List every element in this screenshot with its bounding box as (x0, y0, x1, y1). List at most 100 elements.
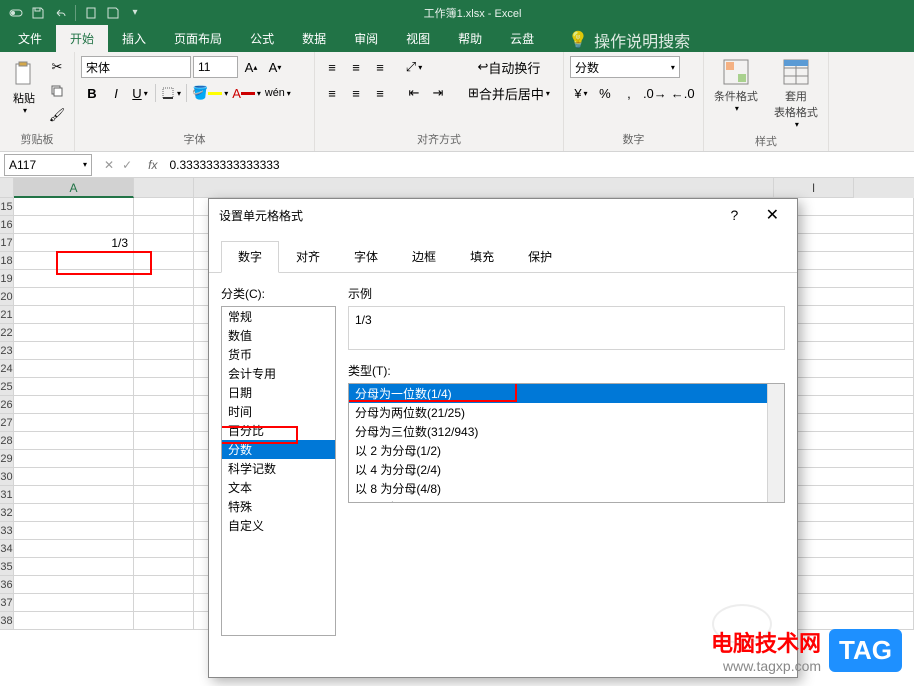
percent-button[interactable]: % (594, 82, 616, 104)
category-item[interactable]: 时间 (222, 402, 335, 421)
cell[interactable] (134, 378, 194, 396)
cell[interactable] (14, 612, 134, 630)
increase-font-button[interactable]: A▴ (240, 56, 262, 78)
currency-button[interactable]: ¥▾ (570, 82, 592, 104)
select-all-button[interactable] (0, 178, 14, 198)
cell[interactable] (134, 432, 194, 450)
cell[interactable] (134, 396, 194, 414)
save-icon[interactable] (28, 3, 48, 23)
cell[interactable] (134, 468, 194, 486)
table-format-button[interactable]: 套用 表格格式 ▾ (770, 56, 822, 131)
cell[interactable] (134, 576, 194, 594)
cell[interactable] (14, 594, 134, 612)
row-header[interactable]: 36 (0, 576, 14, 594)
cell[interactable] (134, 198, 194, 216)
tab-insert[interactable]: 插入 (108, 25, 160, 52)
row-header[interactable]: 29 (0, 450, 14, 468)
formula-input[interactable] (165, 154, 914, 176)
align-middle-button[interactable]: ≡ (345, 56, 367, 78)
tab-view[interactable]: 视图 (392, 25, 444, 52)
row-header[interactable]: 23 (0, 342, 14, 360)
tab-cloud[interactable]: 云盘 (496, 25, 548, 52)
category-item[interactable]: 科学记数 (222, 459, 335, 478)
italic-button[interactable]: I (105, 82, 127, 104)
row-header[interactable]: 20 (0, 288, 14, 306)
row-header[interactable]: 35 (0, 558, 14, 576)
tell-me-search[interactable]: 💡 操作说明搜索 (568, 28, 690, 52)
cell[interactable] (134, 612, 194, 630)
category-item[interactable]: 文本 (222, 478, 335, 497)
tab-layout[interactable]: 页面布局 (160, 25, 236, 52)
undo-icon[interactable] (50, 3, 70, 23)
dtab-align[interactable]: 对齐 (279, 241, 337, 272)
cell[interactable] (14, 216, 134, 234)
accept-formula-button[interactable]: ✓ (122, 158, 132, 172)
decrease-indent-button[interactable]: ⇤ (403, 82, 425, 104)
cell[interactable] (14, 396, 134, 414)
merge-center-button[interactable]: ⊞ 合并后居中▾ (461, 82, 557, 104)
category-item[interactable]: 数值 (222, 326, 335, 345)
cell[interactable] (14, 558, 134, 576)
decrease-font-button[interactable]: A▾ (264, 56, 286, 78)
cell-a17[interactable]: 1/3 (14, 234, 134, 252)
cell[interactable] (134, 324, 194, 342)
cell[interactable] (134, 234, 194, 252)
type-item[interactable]: 以 4 为分母(2/4) (349, 460, 784, 479)
tab-review[interactable]: 审阅 (340, 25, 392, 52)
align-center-button[interactable]: ≡ (345, 82, 367, 104)
tab-formulas[interactable]: 公式 (236, 25, 288, 52)
category-item[interactable]: 日期 (222, 383, 335, 402)
row-header[interactable]: 24 (0, 360, 14, 378)
cut-button[interactable]: ✂ (46, 56, 68, 78)
cell[interactable] (14, 306, 134, 324)
type-list[interactable]: 分母为一位数(1/4)分母为两位数(21/25)分母为三位数(312/943)以… (348, 383, 785, 503)
cell[interactable] (14, 576, 134, 594)
fill-color-button[interactable]: 🪣▾ (191, 82, 229, 104)
cell[interactable] (134, 216, 194, 234)
comma-button[interactable]: , (618, 82, 640, 104)
category-item[interactable]: 会计专用 (222, 364, 335, 383)
cell[interactable] (134, 594, 194, 612)
type-item[interactable]: 以 16 为分母(8/16) (349, 498, 784, 503)
row-header[interactable]: 16 (0, 216, 14, 234)
new-icon[interactable] (81, 3, 101, 23)
category-item[interactable]: 特殊 (222, 497, 335, 516)
increase-indent-button[interactable]: ⇥ (427, 82, 449, 104)
cell[interactable] (14, 270, 134, 288)
qat-customize[interactable]: ▾ (125, 3, 145, 23)
tab-data[interactable]: 数据 (288, 25, 340, 52)
cell[interactable] (14, 324, 134, 342)
fx-icon[interactable]: fx (140, 158, 165, 172)
cell[interactable] (14, 540, 134, 558)
font-size-combo[interactable] (193, 56, 238, 78)
paste-button[interactable]: 粘贴 ▾ (6, 56, 42, 117)
orientation-button[interactable]: ⤢▾ (403, 56, 425, 78)
row-header[interactable]: 17 (0, 234, 14, 252)
align-top-button[interactable]: ≡ (321, 56, 343, 78)
row-header[interactable]: 33 (0, 522, 14, 540)
increase-decimal-button[interactable]: .0→ (642, 82, 668, 104)
row-header[interactable]: 31 (0, 486, 14, 504)
cell[interactable] (134, 306, 194, 324)
cell[interactable] (14, 198, 134, 216)
decrease-decimal-button[interactable]: ←.0 (670, 82, 696, 104)
cell[interactable] (134, 540, 194, 558)
col-header-i[interactable]: I (774, 178, 854, 198)
row-header[interactable]: 25 (0, 378, 14, 396)
row-header[interactable]: 30 (0, 468, 14, 486)
cell[interactable] (134, 360, 194, 378)
row-header[interactable]: 26 (0, 396, 14, 414)
cell[interactable] (134, 342, 194, 360)
category-item[interactable]: 百分比 (222, 421, 335, 440)
row-header[interactable]: 34 (0, 540, 14, 558)
cell[interactable] (134, 288, 194, 306)
type-item[interactable]: 以 2 为分母(1/2) (349, 441, 784, 460)
dialog-close-button[interactable]: ✕ (758, 203, 787, 228)
row-header[interactable]: 37 (0, 594, 14, 612)
dtab-font[interactable]: 字体 (337, 241, 395, 272)
font-color-button[interactable]: A▾ (231, 82, 262, 104)
cell[interactable] (134, 414, 194, 432)
border-button[interactable]: ▾ (160, 82, 182, 104)
cell[interactable] (14, 252, 134, 270)
phonetic-button[interactable]: wén▾ (264, 82, 292, 104)
